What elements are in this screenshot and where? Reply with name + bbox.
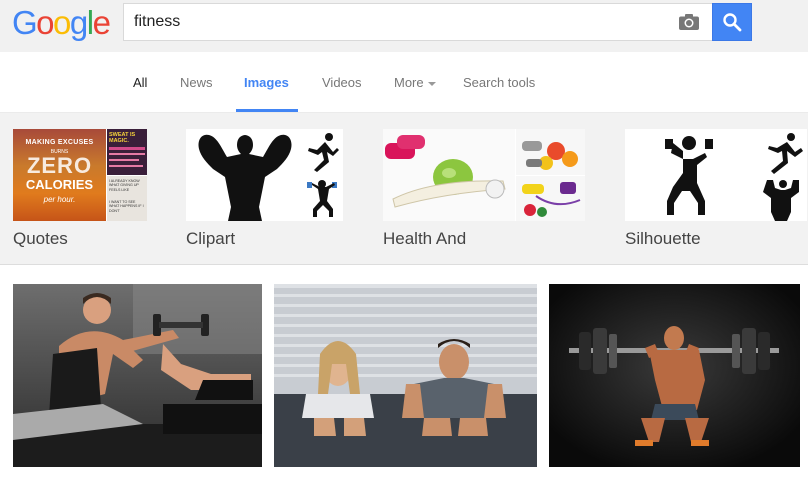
magnifier-icon	[723, 13, 742, 32]
tab-images[interactable]: Images	[244, 75, 289, 90]
image-result[interactable]	[274, 284, 537, 467]
related-thumbnail	[186, 129, 343, 221]
tab-search-tools[interactable]: Search tools	[463, 75, 535, 90]
quote-sweat-text: SWEAT IS MAGIC.	[109, 132, 136, 144]
sprinter-silhouette	[759, 129, 807, 175]
bodybuilder-silhouette	[186, 129, 302, 221]
search-box	[123, 3, 712, 41]
related-label: Health And	[383, 229, 467, 248]
quote-per-hour-text: per hour.	[43, 195, 76, 204]
related-card-clipart[interactable]: Clipart	[186, 129, 343, 248]
flex-silhouette	[759, 176, 807, 221]
related-thumbnail	[383, 129, 585, 221]
result-image-plank	[274, 284, 537, 467]
search-tabs: All News Images Videos More Search tools	[0, 52, 808, 113]
search-input[interactable]	[134, 4, 664, 40]
health-side-image-bottom	[516, 176, 585, 221]
related-card-silhouette[interactable]: Silhouette	[625, 129, 807, 248]
tab-news[interactable]: News	[180, 75, 213, 90]
logo-letter: g	[69, 4, 88, 41]
logo-letter: e	[92, 4, 111, 41]
image-result[interactable]	[13, 284, 262, 467]
related-card-health-and[interactable]: Health And	[383, 129, 585, 248]
related-label: Clipart	[186, 229, 236, 248]
runner-icon	[303, 129, 343, 175]
quote-giveup-text: I ALREADY KNOW WHAT GIVING UP FEELS LIKE	[109, 179, 140, 192]
quote-calories-text: CALORIES	[25, 177, 94, 192]
quote-happens-text: I WANT TO SEE WHAT HAPPENS IF I DON'T	[109, 200, 144, 213]
lunge-silhouette	[625, 129, 758, 221]
tab-more-label: More	[394, 75, 424, 90]
search-button[interactable]	[712, 3, 752, 41]
logo-letter: G	[12, 4, 38, 41]
quotes-side-image-bottom: I ALREADY KNOW WHAT GIVING UP FEELS LIKE…	[107, 176, 147, 221]
result-image-squat	[549, 284, 800, 467]
related-label: Quotes	[13, 229, 68, 248]
active-tab-indicator	[236, 109, 298, 112]
health-main-image	[383, 129, 515, 221]
logo-letter: o	[53, 4, 71, 41]
related-card-quotes[interactable]: MAKING EXCUSES BURNS ZERO CALORIES per h…	[13, 129, 147, 248]
lunge-icon	[303, 176, 343, 221]
quotes-side-image-top: SWEAT IS MAGIC.	[107, 129, 147, 175]
related-thumbnail	[625, 129, 807, 221]
related-label: Silhouette	[625, 229, 701, 248]
quote-making-text: MAKING EXCUSES	[25, 139, 94, 146]
result-image-trainer	[13, 284, 262, 467]
camera-icon[interactable]	[678, 13, 700, 31]
image-results	[0, 266, 808, 479]
logo-letter: o	[36, 4, 54, 41]
caret-down-icon	[427, 81, 436, 86]
related-searches: MAKING EXCUSES BURNS ZERO CALORIES per h…	[0, 113, 808, 265]
quote-zero-text: ZERO	[26, 153, 93, 178]
image-result[interactable]	[549, 284, 800, 467]
tab-videos[interactable]: Videos	[322, 75, 362, 90]
quotes-main-image: MAKING EXCUSES BURNS ZERO CALORIES per h…	[13, 129, 106, 221]
tab-all[interactable]: All	[133, 75, 147, 90]
google-logo[interactable]: G o o g l e	[12, 4, 111, 41]
tab-more[interactable]: More	[394, 75, 436, 90]
related-thumbnail: MAKING EXCUSES BURNS ZERO CALORIES per h…	[13, 129, 147, 221]
header-bar: G o o g l e	[0, 0, 808, 52]
health-side-image-top	[516, 129, 585, 175]
